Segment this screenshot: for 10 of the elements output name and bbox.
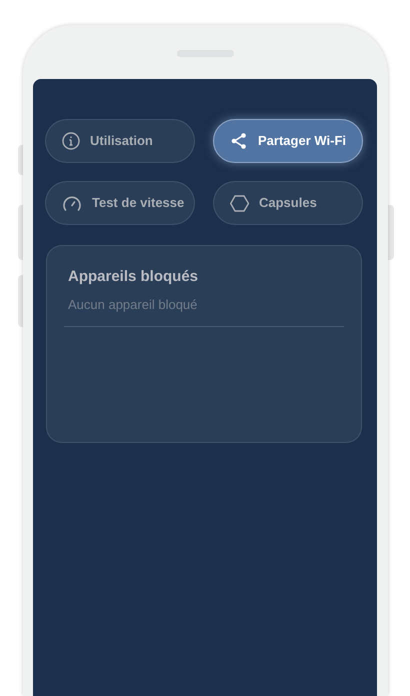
card-title: Appareils bloqués: [68, 267, 200, 287]
info-icon: [62, 132, 80, 150]
action-button[interactable]: Test de vitesse: [45, 181, 195, 225]
action-button[interactable]: Utilisation: [45, 119, 195, 163]
empty-message: Aucun appareil bloqué: [68, 296, 198, 314]
share-icon: [230, 132, 248, 150]
hexagon-icon: [230, 194, 249, 212]
action-button[interactable]: Capsules: [213, 181, 363, 225]
action-button[interactable]: Partager Wi-Fi: [213, 119, 363, 163]
gauge-icon: [62, 194, 82, 212]
